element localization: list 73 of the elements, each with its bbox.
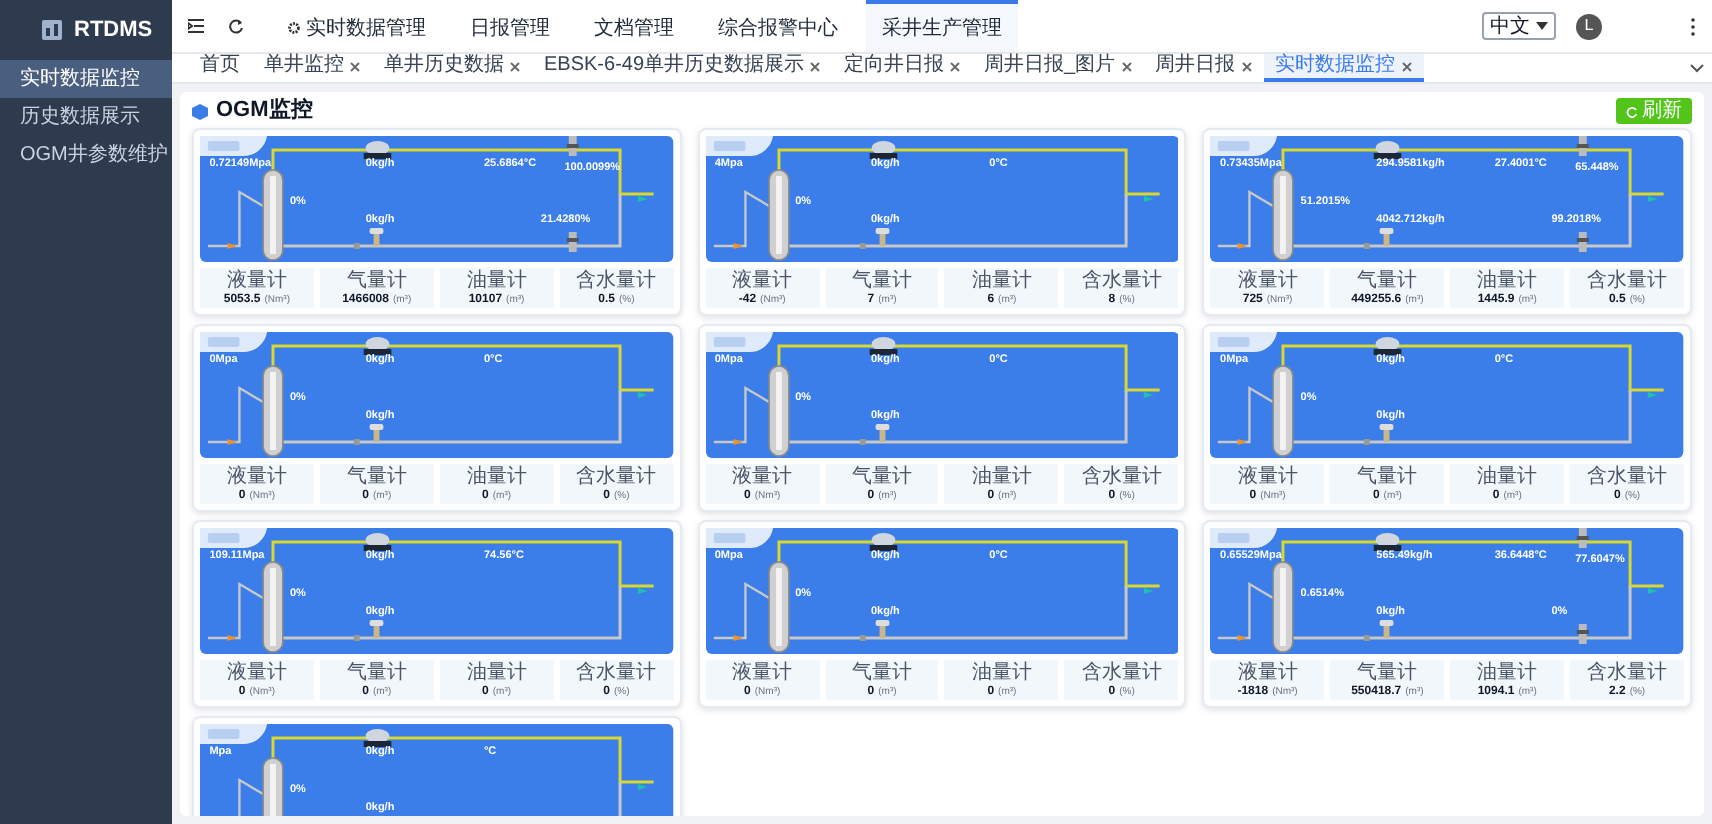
meter-label: 含水量计 (1081, 663, 1162, 683)
meter-label: 气量计 (346, 663, 407, 683)
meter-label: 含水量计 (1587, 271, 1668, 291)
user-avatar[interactable]: L (1576, 13, 1602, 39)
page-tab[interactable]: 周井日报 (1143, 54, 1264, 82)
meter-label: 液量计 (1237, 271, 1298, 291)
nav-menu-item[interactable]: 文档管理 (578, 0, 690, 52)
meter-label: 气量计 (346, 271, 407, 291)
meter-label: 油量计 (466, 271, 527, 291)
meter-label: 油量计 (466, 663, 527, 683)
page-tab[interactable]: 单井监控 (252, 54, 372, 82)
app-title: RTDMS (74, 15, 153, 46)
chevron-down-icon[interactable] (1690, 63, 1704, 73)
meter-label: 液量计 (732, 467, 793, 487)
page-tab[interactable]: 定向井日报 (832, 54, 973, 82)
logo-icon (40, 18, 64, 42)
meter-label: 油量计 (971, 467, 1032, 487)
sidebar-item[interactable]: 实时数据监控 (0, 60, 172, 98)
menu-fold-icon[interactable] (188, 18, 204, 34)
page-tab[interactable]: EBSK-6-49单井历史数据展示 (532, 54, 833, 82)
caret-icon (1536, 22, 1548, 30)
nav-menu-item[interactable]: 综合报警中心 (702, 0, 854, 52)
more-vertical-icon[interactable] (1690, 17, 1696, 35)
cube-icon (192, 103, 208, 119)
meter-label: 含水量计 (1081, 271, 1162, 291)
close-icon[interactable] (810, 61, 821, 71)
meter-label: 气量计 (346, 467, 407, 487)
meter-label: 油量计 (1477, 663, 1538, 683)
meter-label: 含水量计 (576, 663, 657, 683)
meter-label: 油量计 (466, 467, 527, 487)
meter-label: 气量计 (1357, 663, 1418, 683)
language-select[interactable]: 中文 (1482, 12, 1556, 40)
sidebar-item[interactable]: OGM井参数维护 (0, 136, 172, 174)
page-tab[interactable]: 周井日报_图片 (972, 54, 1144, 82)
close-icon[interactable] (510, 61, 520, 71)
close-icon[interactable] (350, 61, 360, 71)
meter-label: 气量计 (852, 663, 913, 683)
meter-label: 含水量计 (1587, 467, 1668, 487)
meter-label: 油量计 (1477, 467, 1538, 487)
page-tab[interactable]: 首页 (188, 54, 252, 82)
meter-label: 液量计 (226, 467, 287, 487)
meter-label: 液量计 (1237, 663, 1298, 683)
language-label: 中文 (1490, 13, 1530, 41)
meter-label: 液量计 (226, 271, 287, 291)
meter-label: 含水量计 (576, 271, 657, 291)
close-icon[interactable] (1401, 61, 1412, 71)
sidebar-item[interactable]: 历史数据展示 (0, 98, 172, 136)
close-icon[interactable] (1241, 61, 1252, 71)
page-tab[interactable]: 单井历史数据 (372, 54, 532, 82)
meter-label: 气量计 (1357, 271, 1418, 291)
meter-label: 液量计 (226, 663, 287, 683)
meter-label: 液量计 (732, 271, 793, 291)
meter-label: 油量计 (971, 663, 1032, 683)
nav-menu-item[interactable]: 实时数据管理 (272, 0, 442, 52)
close-icon[interactable] (950, 61, 961, 71)
page-tab[interactable]: 实时数据监控 (1263, 54, 1424, 82)
meter-label: 液量计 (1237, 467, 1298, 487)
meter-label: 含水量计 (1587, 663, 1668, 683)
meter-label: 气量计 (852, 271, 913, 291)
meter-label: 气量计 (1357, 467, 1418, 487)
meter-label: 含水量计 (576, 467, 657, 487)
meter-label: 含水量计 (1081, 467, 1162, 487)
close-icon[interactable] (1121, 61, 1132, 71)
nav-menu-item[interactable]: 日报管理 (454, 0, 566, 52)
meter-label: 气量计 (852, 467, 913, 487)
refresh-icon[interactable] (228, 18, 244, 34)
meter-label: 油量计 (971, 271, 1032, 291)
nav-menu-item[interactable]: 采井生产管理 (866, 0, 1018, 52)
refresh-icon (1626, 105, 1638, 117)
gear-icon (288, 22, 300, 34)
panel-title: OGM监控 (216, 95, 313, 127)
meter-label: 油量计 (1477, 271, 1538, 291)
meter-label: 液量计 (732, 663, 793, 683)
